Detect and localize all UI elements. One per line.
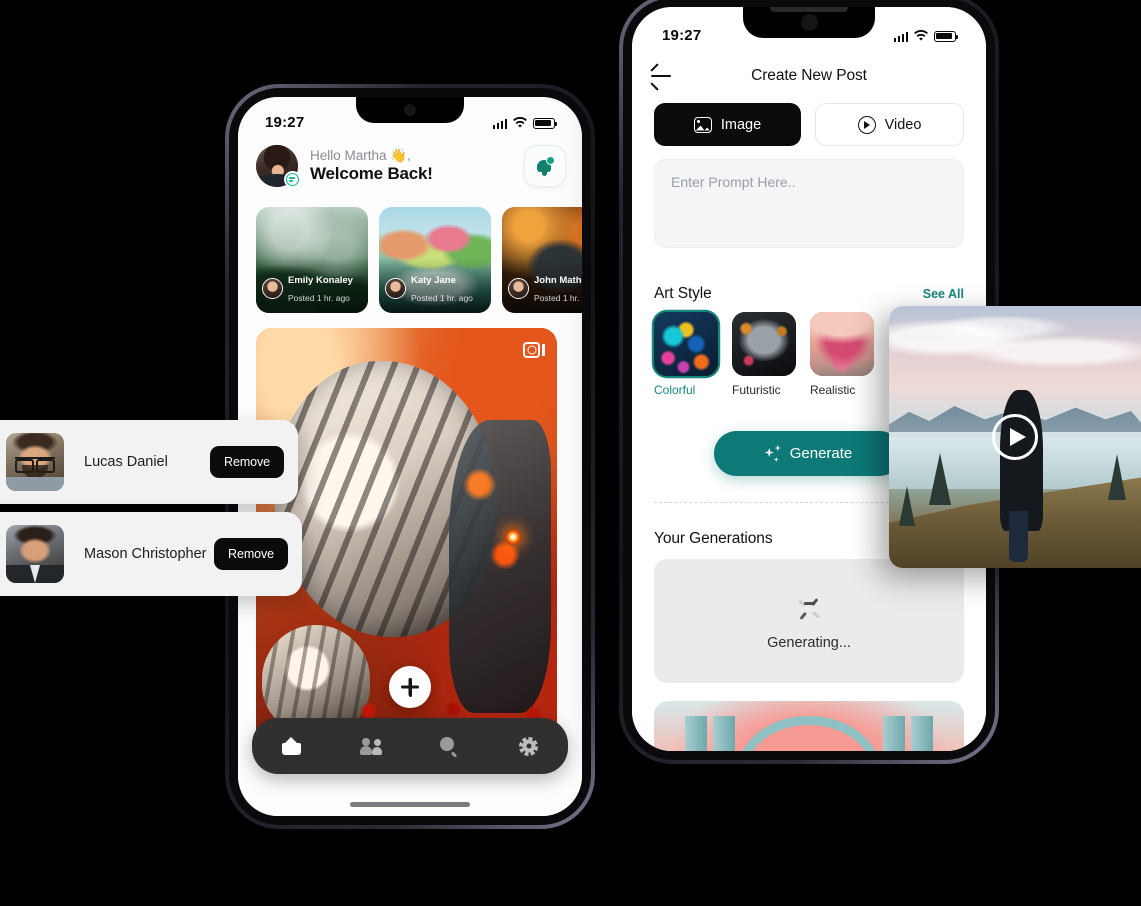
signal-bars-icon [893,31,908,42]
see-all-link[interactable]: See All [923,287,964,301]
art-style-title: Art Style [654,285,712,302]
avatar[interactable] [256,145,301,188]
generation-result-card[interactable] [654,701,964,751]
prompt-input[interactable]: Enter Prompt Here.. [654,159,964,248]
screen-header: Create New Post [632,55,986,97]
avatar [6,525,64,583]
person-name: Mason Christopher [84,546,207,562]
status-time: 19:27 [265,114,305,131]
prompt-placeholder: Enter Prompt Here.. [671,174,796,190]
tab-image[interactable]: Image [654,103,801,146]
tab-search[interactable] [433,729,467,763]
story-card[interactable]: John Mathew Posted 1 hr. ago [502,207,582,313]
list-item[interactable]: Lucas Daniel Remove [0,420,298,504]
art-style-thumbnail [732,312,796,376]
home-icon [282,737,301,755]
add-post-button[interactable] [389,666,431,708]
gear-icon [519,736,538,756]
media-type-tabs[interactable]: Image Video [654,103,964,146]
greeting-line: Hello Martha 👋, [310,148,411,164]
story-timestamp: Posted 1 hr. ago [411,293,473,304]
greeting-row: Hello Martha 👋, Welcome Back! [256,141,566,191]
art-style-section-header: Art Style See All [654,285,964,303]
generate-button-label: Generate [789,445,853,462]
status-indicators [893,29,959,42]
art-style-thumbnail [810,312,874,376]
signal-bars-icon [492,118,507,129]
story-author: Emily Konaley [288,275,353,287]
home-indicator [350,802,470,807]
speaker-grille [770,7,848,12]
plus-icon [401,685,419,689]
notification-bell-icon [534,155,556,177]
back-arrow-icon[interactable] [648,62,676,91]
wifi-icon [513,116,527,128]
greeting-text: Hello Martha 👋, Welcome Back! [310,148,433,184]
story-card[interactable]: Katy Jane Posted 1 hr. ago [379,207,491,313]
tab-image-label: Image [720,116,762,133]
story-timestamp: Posted 1 hr. ago [288,293,350,304]
story-avatar [385,277,406,299]
notification-button[interactable] [524,145,566,187]
art-style-option-colorful[interactable]: Colorful [654,312,718,397]
battery-icon [934,30,959,42]
tab-video-label: Video [884,116,922,133]
art-style-option-realistic[interactable]: Realistic [810,312,874,397]
image-icon [693,116,712,133]
loading-spinner-icon [796,591,822,620]
play-circle-icon [857,115,876,134]
tab-home[interactable] [275,729,309,763]
camera-icon[interactable] [523,340,545,360]
generating-status-label: Generating... [767,635,851,651]
tab-video[interactable]: Video [815,103,964,146]
story-meta: Emily Konaley Posted 1 hr. ago [262,270,364,306]
generating-placeholder-card: Generating... [654,559,964,683]
generation-result-artwork [654,701,964,751]
status-indicators [492,116,558,129]
story-author: Katy Jane [411,275,456,287]
avatar-status-badge-icon [284,171,301,188]
story-meta: John Mathew Posted 1 hr. ago [508,270,582,306]
story-avatar [508,277,529,299]
generate-button[interactable]: Generate [714,431,902,476]
welcome-line: Welcome Back! [310,163,433,183]
status-time: 19:27 [662,27,702,44]
remove-button[interactable]: Remove [214,538,288,570]
play-icon[interactable] [992,414,1038,460]
wifi-icon [914,29,928,41]
generations-title: Your Generations [654,530,773,547]
art-style-label: Realistic [810,383,856,397]
story-avatar [262,277,283,299]
story-timestamp: Posted 1 hr. ago [534,293,582,304]
person-name: Lucas Daniel [84,454,168,470]
search-icon [440,736,459,758]
sparkle-icon [764,445,781,462]
stories-carousel[interactable]: Emily Konaley Posted 1 hr. ago Katy Jane [256,207,582,313]
avatar [6,433,64,491]
composition-stage: 19:27 Hello Martha 👋, Welcome Back! Emil… [0,0,1141,906]
art-style-label: Futuristic [732,383,781,397]
page-title: Create New Post [751,67,867,84]
front-camera-icon [800,14,818,31]
video-preview-card[interactable] [889,306,1141,568]
art-style-thumbnail [654,312,718,376]
story-card[interactable]: Emily Konaley Posted 1 hr. ago [256,207,368,313]
bottom-tab-bar[interactable] [252,718,568,774]
front-camera-icon [404,104,416,116]
tab-people[interactable] [354,729,388,763]
people-icon [359,737,382,755]
art-style-label: Colorful [654,383,696,397]
tab-settings[interactable] [512,729,546,763]
story-author: John Mathew [534,275,582,287]
list-item[interactable]: Mason Christopher Remove [0,512,302,596]
story-meta: Katy Jane Posted 1 hr. ago [385,270,487,306]
battery-icon [533,117,558,129]
remove-button[interactable]: Remove [210,446,284,478]
art-style-option-futuristic[interactable]: Futuristic [732,312,796,397]
